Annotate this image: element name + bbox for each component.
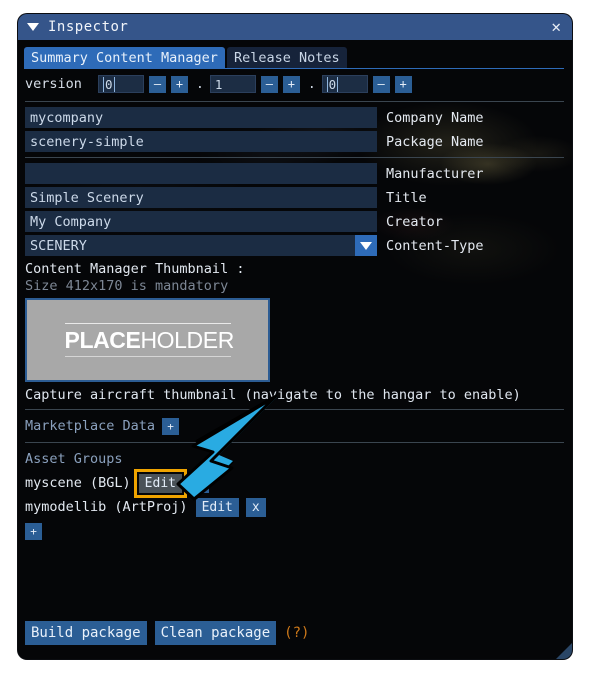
window-title: Inspector xyxy=(48,19,129,35)
version-minor-decrement[interactable]: – xyxy=(260,75,278,93)
resize-grip[interactable] xyxy=(556,643,572,659)
field-row-company-name: mycompany Company Name xyxy=(18,106,572,129)
package-name-input[interactable]: scenery-simple xyxy=(25,131,377,152)
company-name-input[interactable]: mycompany xyxy=(25,107,377,128)
asset-groups-add-button[interactable]: + xyxy=(25,523,42,540)
version-minor-increment[interactable]: + xyxy=(282,75,300,93)
asset-group-delete-button[interactable]: x xyxy=(188,473,209,493)
marketplace-data-label: Marketplace Data xyxy=(25,418,156,434)
divider-middle xyxy=(25,157,564,158)
asset-group-name: mymodellib (ArtProj) xyxy=(25,499,188,515)
asset-groups-section: Asset Groups xyxy=(18,447,572,471)
field-row-manufacturer: Manufacturer xyxy=(18,162,572,185)
manufacturer-label: Manufacturer xyxy=(386,165,484,182)
window-titlebar: Inspector ✕ xyxy=(18,14,572,40)
placeholder-text: PLACEHOLDER xyxy=(64,327,235,353)
version-major-increment[interactable]: + xyxy=(171,75,188,93)
creator-input[interactable]: My Company xyxy=(25,211,377,232)
field-row-creator: My Company Creator xyxy=(18,210,572,233)
asset-group-row-myscene: myscene (BGL) Edit x xyxy=(18,468,572,498)
version-major-input[interactable]: 0 xyxy=(98,75,144,93)
tab-summary-content-manager[interactable]: Summary Content Manager xyxy=(24,47,225,69)
content-type-select[interactable]: SCENERY xyxy=(25,235,377,256)
version-major-decrement[interactable]: – xyxy=(149,75,166,93)
asset-group-edit-button[interactable]: Edit xyxy=(195,497,239,517)
tab-underline xyxy=(24,68,564,69)
field-row-title: Simple Scenery Title xyxy=(18,186,572,209)
field-row-package-name: scenery-simple Package Name xyxy=(18,130,572,153)
divider-capture xyxy=(25,409,564,410)
package-name-label: Package Name xyxy=(386,133,484,150)
divider-marketplace xyxy=(25,442,564,443)
content-type-value: SCENERY xyxy=(30,237,87,254)
chevron-down-icon[interactable] xyxy=(355,235,377,256)
tab-bar: Summary Content Manager Release Notes xyxy=(18,40,572,69)
version-separator-1: . xyxy=(196,76,204,92)
placeholder-regular: HOLDER xyxy=(140,327,234,353)
window-body: Summary Content Manager Release Notes ve… xyxy=(18,40,572,659)
placeholder-bold: PLACE xyxy=(64,327,141,353)
screen-root: Inspector ✕ Summary Content Manager Rele… xyxy=(0,0,590,676)
asset-group-edit-button[interactable]: Edit xyxy=(133,468,188,498)
build-package-button[interactable]: Build package xyxy=(25,621,147,645)
title-label: Title xyxy=(386,189,427,206)
version-row: version 0 – + . 1 – + . 0 – + xyxy=(18,71,572,97)
creator-label: Creator xyxy=(386,213,443,230)
version-label: version xyxy=(25,76,82,92)
content-type-label: Content-Type xyxy=(386,237,484,254)
asset-group-delete-button[interactable]: x xyxy=(245,497,266,517)
thumbnail-preview[interactable]: PLACEHOLDER xyxy=(25,298,270,382)
version-patch-increment[interactable]: + xyxy=(394,75,412,93)
title-input[interactable]: Simple Scenery xyxy=(25,187,377,208)
asset-groups-add-row: + xyxy=(18,519,572,540)
thumbnail-caption: Content Manager Thumbnail : xyxy=(25,261,245,277)
footer-bar: Build package Clean package (?) xyxy=(18,621,572,645)
asset-group-name: myscene (BGL) xyxy=(25,475,131,491)
marketplace-add-button[interactable]: + xyxy=(162,417,180,435)
version-patch-decrement[interactable]: – xyxy=(372,75,390,93)
version-patch-input[interactable]: 0 xyxy=(321,75,368,93)
capture-thumbnail-text: Capture aircraft thumbnail (navigate to … xyxy=(25,387,521,403)
triangle-down-icon[interactable] xyxy=(27,23,39,31)
field-row-content-type: SCENERY Content-Type xyxy=(18,234,572,257)
version-minor-input[interactable]: 1 xyxy=(209,75,256,93)
thumbnail-requirement: Size 412x170 is mandatory xyxy=(25,278,229,294)
placeholder-graphic: PLACEHOLDER xyxy=(64,323,235,357)
clean-package-button[interactable]: Clean package xyxy=(154,621,277,645)
divider-top xyxy=(25,101,564,102)
inspector-window: Inspector ✕ Summary Content Manager Rele… xyxy=(18,14,572,659)
version-separator-2: . xyxy=(307,76,316,92)
tab-release-notes[interactable]: Release Notes xyxy=(226,47,347,69)
marketplace-data-section: Marketplace Data + xyxy=(18,414,572,438)
close-icon[interactable]: ✕ xyxy=(548,17,564,37)
help-button[interactable]: (?) xyxy=(284,625,309,641)
asset-groups-label: Asset Groups xyxy=(25,451,123,467)
company-name-label: Company Name xyxy=(386,109,484,126)
asset-group-row-mymodellib: mymodellib (ArtProj) Edit x xyxy=(18,495,572,519)
manufacturer-input[interactable] xyxy=(25,163,377,184)
